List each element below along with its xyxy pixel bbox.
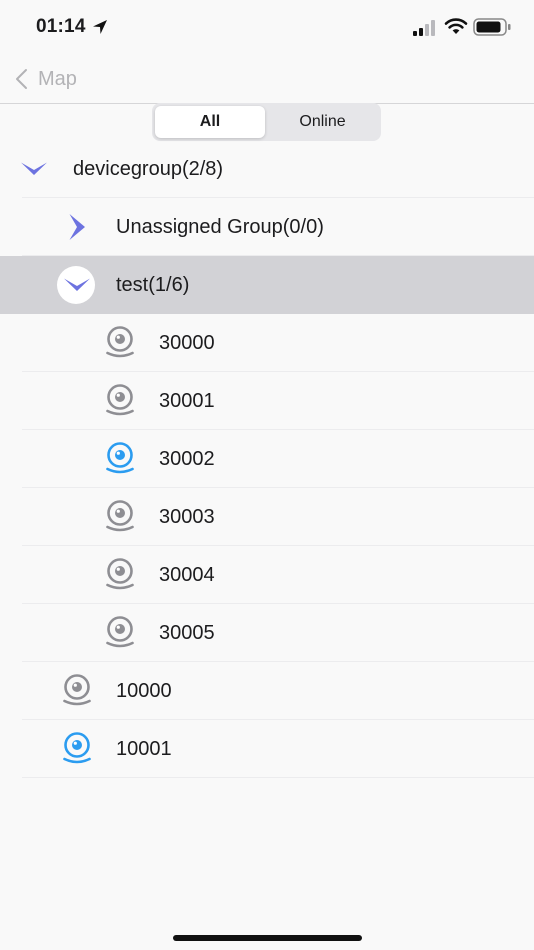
battery-icon	[473, 18, 511, 36]
camera-icon	[106, 616, 134, 648]
back-button[interactable]: Map	[14, 64, 77, 94]
device-label: 30004	[159, 564, 215, 586]
device-row-30001[interactable]: 30001	[0, 372, 534, 430]
navigation-bar: Map	[0, 56, 534, 104]
tree-group-test[interactable]: test(1/6)	[0, 256, 534, 314]
camera-icon	[106, 442, 134, 474]
home-indicator	[173, 935, 362, 941]
device-row-30005[interactable]: 30005	[0, 604, 534, 662]
tree-group-devicegroup[interactable]: devicegroup(2/8)	[0, 140, 534, 198]
camera-icon	[106, 326, 134, 358]
chevron-left-icon	[16, 69, 27, 89]
segment-all[interactable]: All	[155, 106, 265, 138]
device-label: 30005	[159, 622, 215, 644]
chevron-down-icon	[64, 278, 90, 291]
device-row-30002[interactable]: 30002	[0, 430, 534, 488]
group-label: test(1/6)	[116, 274, 190, 296]
camera-icon	[63, 674, 91, 706]
device-row-30004[interactable]: 30004	[0, 546, 534, 604]
device-label: 30002	[159, 448, 215, 470]
segment-online[interactable]: Online	[267, 106, 378, 138]
camera-icon	[63, 732, 91, 764]
chevron-right-icon	[69, 214, 85, 240]
location-arrow-icon	[93, 20, 107, 34]
device-label: 10001	[116, 738, 172, 760]
device-row-10000[interactable]: 10000	[0, 662, 534, 720]
device-row-10001[interactable]: 10001	[0, 720, 534, 778]
device-label: 30000	[159, 332, 215, 354]
row-divider	[22, 777, 534, 778]
wifi-icon	[444, 18, 468, 34]
group-label: devicegroup(2/8)	[73, 158, 224, 180]
camera-icon	[106, 558, 134, 590]
device-row-30003[interactable]: 30003	[0, 488, 534, 546]
filter-segmented-control: All Online	[152, 103, 381, 141]
device-label: 10000	[116, 680, 172, 702]
device-label: 30003	[159, 506, 215, 528]
camera-icon	[106, 500, 134, 532]
status-time: 01:14	[36, 16, 86, 37]
back-label: Map	[38, 67, 77, 90]
cellular-signal-icon	[413, 20, 435, 36]
status-bar: 01:14	[0, 0, 534, 56]
group-label: Unassigned Group(0/0)	[116, 216, 324, 238]
device-label: 30001	[159, 390, 215, 412]
chevron-down-icon	[21, 162, 47, 175]
device-row-30000[interactable]: 30000	[0, 314, 534, 372]
tree-group-unassigned[interactable]: Unassigned Group(0/0)	[0, 198, 534, 256]
camera-icon	[106, 384, 134, 416]
